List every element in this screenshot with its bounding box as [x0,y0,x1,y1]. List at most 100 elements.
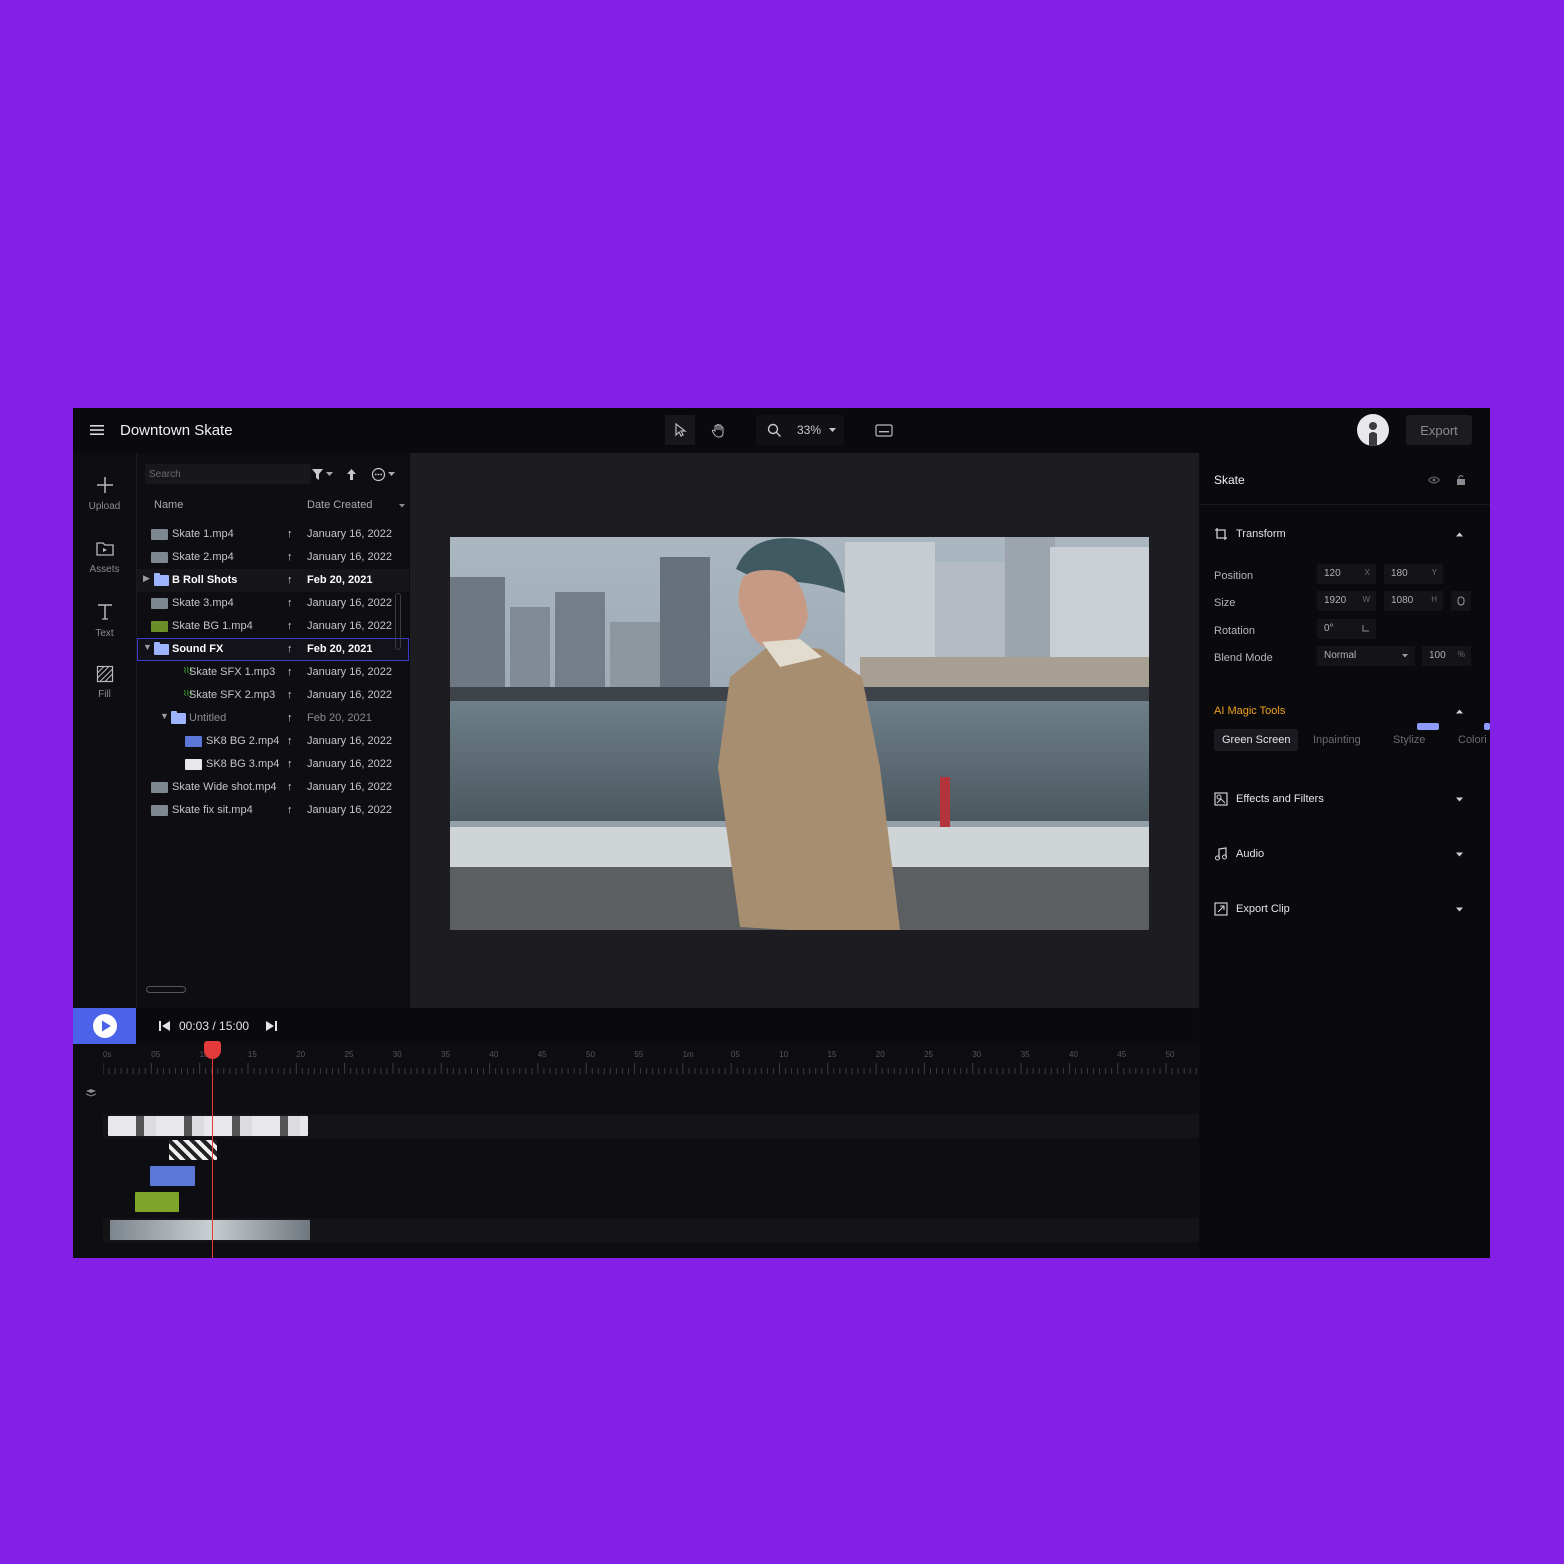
column-header-date[interactable]: Date Created [307,499,372,511]
folder-row[interactable]: ▼ Untitled ↑ Feb 20, 2021 [137,707,409,730]
asset-row[interactable]: SK8 BG 3.mp4 ↑ January 16, 2022 [137,753,409,776]
folder-row[interactable]: ▼ Sound FX ↑ Feb 20, 2021 [137,638,409,661]
chevron-down-icon[interactable] [1456,797,1463,802]
ruler-label: 30 [392,1050,402,1059]
select-tool-button[interactable] [665,415,695,445]
position-y-field[interactable]: 180 Y [1384,564,1443,584]
horizontal-scrollbar[interactable] [146,986,186,993]
video-clip[interactable] [108,1116,308,1136]
ai-tab-stylize[interactable]: Stylize [1393,729,1425,751]
ruler-label: 30 [972,1050,982,1059]
timeline-track[interactable] [103,1192,1199,1216]
asset-row[interactable]: Skate Wide shot.mp4 ↑ January 16, 2022 [137,776,409,799]
ai-tab-inpainting[interactable]: Inpainting [1313,729,1361,751]
aspect-lock-button[interactable] [1451,591,1471,611]
opacity-field[interactable]: 100 % [1422,646,1471,666]
ai-tab-colorize[interactable]: Colori [1458,729,1487,751]
ruler-label: 05 [151,1050,161,1059]
position-x-field[interactable]: 120 X [1317,564,1376,584]
lock-icon[interactable] [1456,474,1466,486]
size-label: Size [1214,597,1236,609]
chevron-down-icon[interactable] [1456,852,1463,857]
upload-status-icon: ↑ [287,551,293,563]
asset-row[interactable]: ⌇⌇⌇ Skate SFX 1.mp3 ↑ January 16, 2022 [137,661,409,684]
user-avatar[interactable] [1357,414,1389,446]
video-thumbnail [185,759,202,770]
audio-label: Audio [1236,848,1265,860]
upload-status-icon: ↑ [287,781,293,793]
size-height-field[interactable]: 1080 H [1384,591,1443,611]
column-header-name[interactable]: Name [154,499,183,511]
more-options-button[interactable] [371,464,395,484]
upload-button[interactable]: Upload [73,475,136,512]
visibility-eye-icon[interactable] [1428,476,1440,484]
rotation-value: 0° [1324,623,1334,634]
export-button[interactable]: Export [1406,415,1472,445]
skip-forward-icon[interactable] [265,1020,278,1032]
asset-row[interactable]: Skate fix sit.mp4 ↑ January 16, 2022 [137,799,409,822]
link-icon [1457,596,1465,606]
sort-chevron-icon [399,504,405,508]
playhead-handle[interactable] [204,1041,221,1059]
asset-name: B Roll Shots [172,574,238,586]
export-clip-label: Export Clip [1236,903,1290,915]
search-input[interactable] [145,464,311,484]
folder-icon [171,711,186,724]
filter-button[interactable] [311,464,333,484]
video-thumbnail [151,805,168,816]
video-clip[interactable] [150,1166,195,1186]
chevron-up-icon[interactable] [1456,532,1463,537]
captions-button[interactable] [869,415,899,445]
text-button[interactable]: Text [73,602,136,639]
asset-row[interactable]: Skate 2.mp4 ↑ January 16, 2022 [137,546,409,569]
asset-date: January 16, 2022 [307,781,393,793]
chevron-up-icon[interactable] [1456,709,1463,714]
collapse-chevron-icon[interactable]: ▼ [160,711,169,721]
timeline[interactable]: 0s 05 10 15 20 25 30 35 40 45 50 55 1m 05 10 15 20 25 30 35… [73,1041,1199,1258]
asset-list-scrollbar[interactable] [395,593,401,650]
video-frame[interactable] [450,537,1149,930]
fill-button[interactable]: Fill [73,665,136,700]
ai-tab-green-screen[interactable]: Green Screen [1214,729,1299,751]
transform-icon [1215,528,1227,540]
chevron-down-icon[interactable] [1456,907,1463,912]
assets-button[interactable]: Assets [73,540,136,575]
asset-row[interactable]: SK8 BG 2.mp4 ↑ January 16, 2022 [137,730,409,753]
timeline-track[interactable] [103,1166,1199,1190]
timeline-track[interactable] [103,1140,1199,1164]
asset-row[interactable]: ⌇⌇⌇ Skate SFX 2.mp3 ↑ January 16, 2022 [137,684,409,707]
expand-chevron-icon[interactable]: ▶ [143,573,150,584]
timeline-track[interactable] [103,1218,1199,1242]
folder-row[interactable]: ▶ B Roll Shots ↑ Feb 20, 2021 [137,569,409,592]
timeline-track[interactable] [103,1114,1199,1138]
hamburger-menu-icon[interactable] [89,422,105,438]
asset-name: Skate Wide shot.mp4 [172,781,277,793]
play-button[interactable] [73,1008,136,1044]
search-icon [767,423,781,437]
collapse-chevron-icon[interactable]: ▼ [143,642,152,652]
size-width-field[interactable]: 1920 W [1317,591,1376,611]
video-clip[interactable] [135,1192,179,1212]
zoom-control[interactable]: 33% [756,415,844,445]
folder-icon [95,542,114,556]
sort-upload-button[interactable] [346,464,357,484]
ruler-label: 20 [296,1050,306,1059]
ruler-label: 0s [103,1050,112,1059]
timeline-ruler[interactable]: 0s 05 10 15 20 25 30 35 40 45 50 55 1m 05 10 15 20 25 30 35… [103,1044,1199,1076]
hand-tool-button[interactable] [703,415,733,445]
ai-magic-tools-header[interactable]: AI Magic Tools [1214,705,1285,717]
blend-mode-select[interactable]: Normal [1317,646,1415,666]
asset-row[interactable]: Skate 3.mp4 ↑ January 16, 2022 [137,592,409,615]
asset-date: Feb 20, 2021 [307,712,372,724]
track-layers-icon[interactable] [85,1088,97,1098]
video-clip[interactable] [110,1220,310,1240]
asset-row[interactable]: Skate 1.mp4 ↑ January 16, 2022 [137,523,409,546]
video-clip[interactable] [169,1140,217,1160]
more-circle-icon [371,467,386,481]
asset-row[interactable]: Skate BG 1.mp4 ↑ January 16, 2022 [137,615,409,638]
rotation-field[interactable]: 0° [1317,619,1376,639]
play-icon [92,1014,117,1038]
upload-status-icon: ↑ [287,528,293,540]
preview-canvas[interactable] [410,453,1199,1008]
skip-back-icon[interactable] [158,1020,171,1032]
